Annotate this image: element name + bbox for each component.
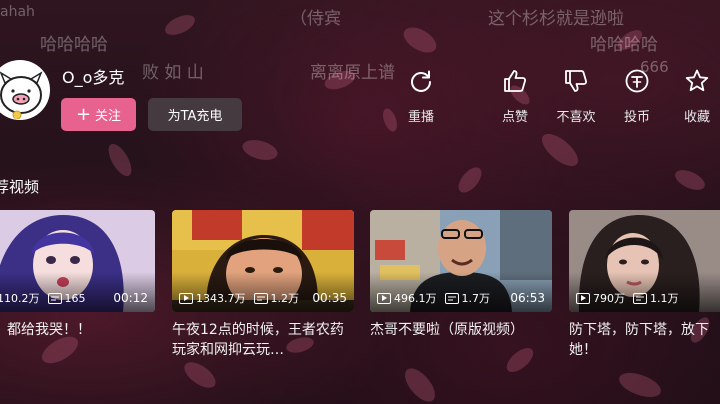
coin-icon bbox=[625, 69, 649, 93]
thumbs-down-icon bbox=[565, 70, 588, 92]
coin-label: 投币 bbox=[623, 110, 650, 125]
video-title: 杰哥不要啦（原版视频） bbox=[370, 322, 524, 338]
danmaku-comment: 哈哈哈哈 bbox=[590, 35, 658, 55]
danmaku-comment: 这个杉杉就是逊啦 bbox=[488, 9, 624, 29]
dislike-button[interactable]: 不喜欢 bbox=[546, 68, 606, 125]
video-thumbnail: 496.1万 1.7万 06:53 bbox=[370, 210, 552, 312]
favorite-button[interactable]: 收藏 bbox=[667, 68, 720, 125]
video-card[interactable]: 790万 1.1万 04 防下塔，防下塔，放下她！ bbox=[569, 210, 720, 360]
play-count-icon bbox=[179, 292, 193, 304]
danmaku-count-icon bbox=[444, 292, 459, 304]
uploader-name[interactable]: O_o多克 bbox=[62, 64, 124, 88]
dislike-label: 不喜欢 bbox=[556, 110, 596, 125]
like-button[interactable]: 点赞 bbox=[485, 68, 545, 125]
play-count-icon bbox=[576, 292, 590, 304]
plus-icon: + bbox=[75, 103, 92, 125]
danmaku-comment: 哈哈哈哈 bbox=[40, 35, 108, 55]
video-stats: 496.1万 1.7万 06:53 bbox=[377, 290, 545, 306]
video-duration: 06:53 bbox=[510, 291, 545, 305]
video-card[interactable]: 110.2万 165 00:12 都给我哭！！ bbox=[0, 210, 155, 340]
video-duration: 00:12 bbox=[113, 291, 148, 305]
charge-label: 为TA充电 bbox=[167, 109, 223, 124]
thumbs-up-icon bbox=[504, 70, 527, 92]
replay-label: 重播 bbox=[407, 110, 434, 125]
danmaku-comment: 离离原上谱 bbox=[310, 63, 395, 83]
recommended-section-title: 荐视频 bbox=[0, 178, 40, 196]
video-duration: 00:35 bbox=[312, 291, 347, 305]
video-title: 防下塔，防下塔，放下她！ bbox=[569, 322, 709, 358]
danmaku-count: 165 bbox=[64, 291, 86, 305]
video-thumbnail: 110.2万 165 00:12 bbox=[0, 210, 155, 312]
video-stats: 110.2万 165 00:12 bbox=[0, 290, 148, 306]
danmaku-count-icon bbox=[47, 292, 62, 304]
video-card[interactable]: 1343.7万 1.2万 00:35 午夜12点的时候，王者农药玩家和网抑云玩… bbox=[172, 210, 354, 360]
danmaku-count-icon bbox=[253, 292, 268, 304]
danmaku-count: 1.1万 bbox=[650, 292, 679, 305]
play-count-icon bbox=[377, 292, 391, 304]
view-count: 790万 bbox=[593, 292, 625, 305]
follow-label: 关注 bbox=[95, 109, 122, 124]
video-thumbnail: 1343.7万 1.2万 00:35 bbox=[172, 210, 354, 312]
video-title: 都给我哭！！ bbox=[7, 322, 91, 338]
charge-button[interactable]: 为TA充电 bbox=[148, 98, 242, 131]
coin-button[interactable]: 投币 bbox=[607, 68, 667, 125]
danmaku-comment: 败 如 山 bbox=[142, 63, 204, 83]
follow-button[interactable]: + 关注 bbox=[61, 98, 136, 131]
danmaku-count-icon bbox=[633, 292, 647, 304]
danmaku-comment: ahah bbox=[0, 4, 35, 20]
danmaku-count: 1.7万 bbox=[461, 292, 491, 305]
video-thumbnail: 790万 1.1万 04 bbox=[569, 210, 720, 312]
star-icon bbox=[685, 69, 709, 92]
view-count: 496.1万 bbox=[394, 292, 437, 305]
danmaku-count: 1.2万 bbox=[270, 292, 300, 305]
like-label: 点赞 bbox=[501, 110, 528, 125]
favorite-label: 收藏 bbox=[683, 110, 710, 125]
video-stats: 790万 1.1万 04 bbox=[576, 290, 720, 306]
video-title: 午夜12点的时候，王者农药玩家和网抑云玩… bbox=[172, 322, 344, 358]
view-count: 1343.7万 bbox=[196, 292, 246, 305]
replay-button[interactable]: 重播 bbox=[391, 68, 451, 125]
video-card[interactable]: 496.1万 1.7万 06:53 杰哥不要啦（原版视频） bbox=[370, 210, 552, 340]
view-count: 110.2万 bbox=[0, 292, 40, 305]
replay-icon bbox=[411, 70, 431, 92]
video-stats: 1343.7万 1.2万 00:35 bbox=[179, 290, 347, 306]
danmaku-comment: （侍宾 bbox=[290, 9, 341, 29]
